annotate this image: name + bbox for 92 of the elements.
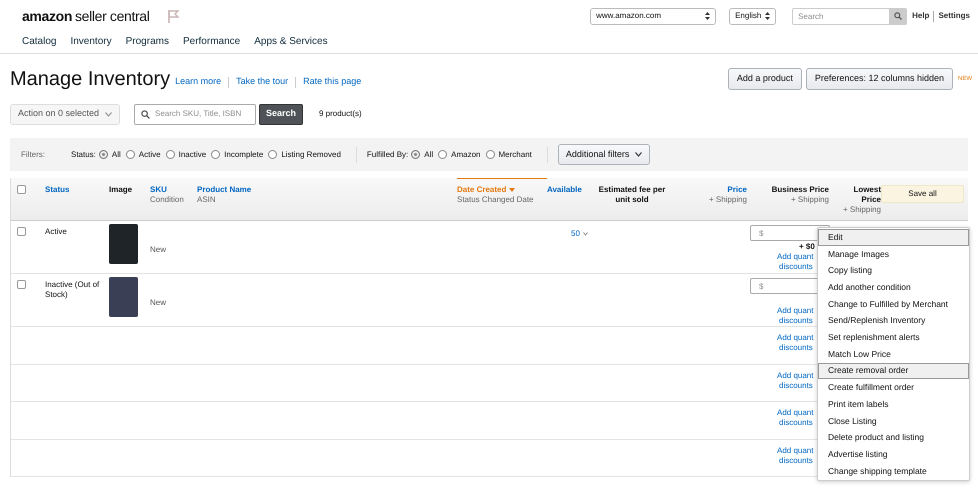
column-header[interactable]: Available bbox=[547, 185, 597, 195]
radio-label: Incomplete bbox=[224, 148, 264, 160]
menu-item[interactable]: Close Listing bbox=[818, 412, 969, 430]
column-header[interactable]: Status bbox=[45, 185, 109, 195]
radio-label: Inactive bbox=[178, 148, 206, 160]
menu-item[interactable]: Advertise listing bbox=[818, 446, 969, 463]
chevron-down-icon bbox=[582, 232, 588, 236]
preferences-button[interactable]: Preferences: 12 columns hidden bbox=[806, 68, 953, 90]
updown-icon bbox=[705, 12, 710, 20]
menu-item[interactable]: Create fulfillment order bbox=[818, 379, 969, 396]
add-product-button[interactable]: Add a product bbox=[728, 68, 802, 90]
nav-link[interactable]: Inventory bbox=[70, 34, 112, 49]
logo[interactable]: amazon seller central bbox=[22, 9, 150, 23]
nav-link[interactable]: Performance bbox=[182, 34, 240, 49]
filter-label: Status: bbox=[71, 148, 96, 160]
column-subheader: Condition bbox=[150, 195, 185, 205]
menu-item[interactable]: Print item labels bbox=[818, 396, 969, 413]
search-icon bbox=[894, 12, 902, 20]
filters-label: Filters: bbox=[21, 148, 45, 160]
chevron-down-icon bbox=[105, 112, 112, 116]
status-text: Active bbox=[45, 227, 68, 237]
page-link[interactable]: Rate this page bbox=[303, 75, 362, 89]
search-button[interactable]: Search bbox=[259, 104, 303, 124]
checkbox[interactable] bbox=[17, 185, 26, 194]
column-subheader: + Shipping bbox=[790, 195, 829, 205]
column-header: Business Price bbox=[770, 185, 829, 195]
radio-button[interactable] bbox=[486, 150, 495, 159]
save-all-button[interactable]: Save all bbox=[881, 185, 964, 203]
sku-search-field[interactable]: Search SKU, Title, ISBN bbox=[155, 108, 249, 120]
chevron-down-icon bbox=[635, 152, 642, 157]
language-select[interactable]: English bbox=[729, 8, 776, 24]
menu-item[interactable]: Change to Fulfilled by Merchant bbox=[818, 296, 969, 312]
page-link[interactable]: Take the tour bbox=[236, 75, 288, 89]
column-subheader: ASIN bbox=[197, 195, 217, 205]
search-button[interactable] bbox=[889, 8, 906, 24]
menu-item[interactable]: Create removal order bbox=[818, 362, 969, 380]
search-box[interactable]: Search bbox=[792, 8, 908, 24]
updown-icon bbox=[765, 12, 770, 20]
menu-item[interactable]: Delete product and listing bbox=[818, 429, 969, 446]
help-link[interactable]: Help bbox=[912, 10, 930, 22]
radio-label: Amazon bbox=[451, 148, 481, 160]
radio-button[interactable] bbox=[98, 150, 108, 159]
menu-item[interactable]: Copy listing bbox=[818, 262, 969, 280]
page-title: Manage Inventory bbox=[10, 69, 170, 89]
radio-button[interactable] bbox=[268, 150, 278, 159]
column-header: Lowest Price bbox=[852, 185, 881, 205]
radio-button[interactable] bbox=[126, 150, 135, 159]
radio-button[interactable] bbox=[411, 150, 420, 159]
checkbox[interactable] bbox=[17, 280, 26, 289]
available-dropdown[interactable]: 50 bbox=[571, 228, 588, 240]
menu-item[interactable]: Edit bbox=[818, 229, 969, 246]
status-text: Inactive (Out of Stock) bbox=[45, 280, 100, 300]
filter-label: Fulfilled By: bbox=[366, 148, 408, 160]
column-header[interactable]: SKU bbox=[150, 185, 197, 195]
flag-icon bbox=[166, 9, 180, 23]
product-count: 9 product(s) bbox=[319, 108, 362, 120]
radio-button[interactable] bbox=[438, 150, 448, 159]
radio-label: Merchant bbox=[498, 148, 532, 160]
radio-button[interactable] bbox=[211, 150, 220, 159]
checkbox[interactable] bbox=[17, 227, 26, 236]
nav-link[interactable]: Programs bbox=[126, 34, 169, 49]
radio-button[interactable] bbox=[166, 150, 175, 159]
search-icon bbox=[141, 110, 150, 118]
menu-item[interactable]: Set replenishment alerts bbox=[818, 329, 969, 346]
column-header: Image bbox=[109, 185, 134, 195]
sort-down-icon bbox=[509, 188, 516, 192]
radio-label: All bbox=[424, 148, 434, 160]
condition-text: New bbox=[150, 298, 166, 307]
menu-item[interactable]: Match Low Price bbox=[818, 346, 969, 362]
nav-link[interactable]: Apps & Services bbox=[254, 34, 328, 49]
page-link[interactable]: Learn more bbox=[175, 75, 222, 89]
column-subheader: + Shipping bbox=[842, 205, 881, 215]
action-dropdown[interactable]: Action on 0 selected bbox=[10, 104, 120, 124]
shipping-text: + $0 bbox=[798, 241, 816, 252]
menu-item[interactable]: Change shipping template bbox=[818, 462, 969, 480]
marketplace-select[interactable]: www.amazon.com bbox=[590, 8, 716, 24]
radio-label: Active bbox=[138, 148, 161, 160]
condition-text: New bbox=[150, 245, 166, 254]
search-field[interactable]: Search bbox=[793, 8, 890, 24]
radio-label: Listing Removed bbox=[281, 148, 341, 160]
column-subheader: + Shipping bbox=[708, 195, 747, 205]
column-header: Estimated fee per unit sold bbox=[598, 185, 666, 205]
sku-search-box[interactable]: Search SKU, Title, ISBN bbox=[134, 104, 256, 124]
settings-link[interactable]: Settings bbox=[938, 10, 970, 22]
menu-item[interactable]: Manage Images bbox=[818, 246, 969, 262]
column-header[interactable]: Price bbox=[667, 185, 747, 195]
radio-label: All bbox=[112, 148, 121, 160]
additional-filters-button[interactable]: Additional filters bbox=[558, 144, 650, 165]
nav-link[interactable]: Catalog bbox=[22, 34, 56, 49]
column-header[interactable]: Product Name bbox=[197, 185, 457, 195]
column-subheader: Status Changed Date bbox=[457, 195, 534, 205]
menu-item[interactable]: Send/Replenish Inventory bbox=[818, 312, 969, 330]
